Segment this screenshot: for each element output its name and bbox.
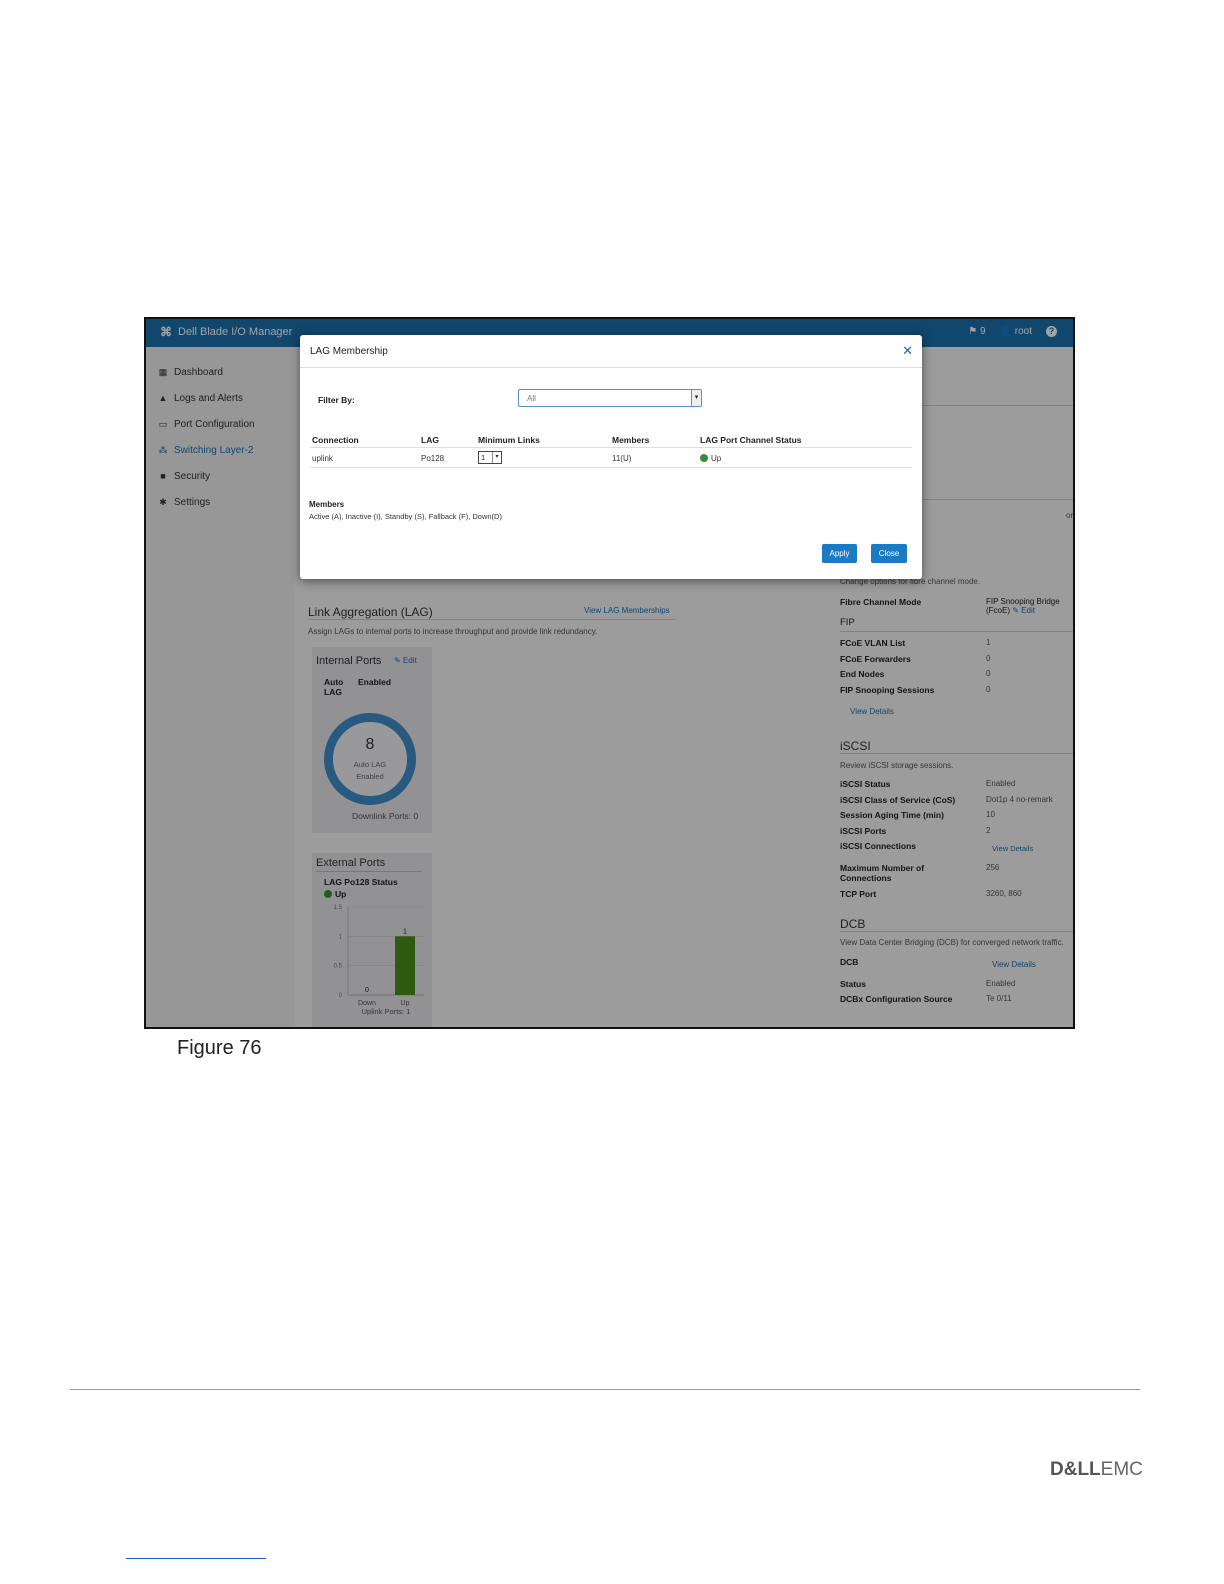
close-button[interactable]: Close xyxy=(871,544,907,563)
footer-divider xyxy=(70,1389,1140,1390)
column-header-members: Members xyxy=(612,435,650,445)
column-header-status: LAG Port Channel Status xyxy=(700,435,802,445)
cell-status: Up xyxy=(700,454,721,463)
minimum-links-select[interactable]: 1 ▾ xyxy=(478,451,502,464)
dialog-title: LAG Membership xyxy=(310,346,388,357)
apply-button[interactable]: Apply xyxy=(822,544,857,563)
status-up-icon xyxy=(700,454,708,462)
divider xyxy=(310,467,912,468)
status-value: Up xyxy=(711,454,722,463)
cell-lag: Po128 xyxy=(421,454,445,463)
minimum-links-value: 1 xyxy=(481,453,486,462)
filter-label: Filter By: xyxy=(318,395,355,405)
logo-emc: EMC xyxy=(1100,1459,1143,1480)
column-header-minimum-links: Minimum Links xyxy=(478,435,540,445)
cell-connection: uplink xyxy=(312,454,333,463)
logo-dell: D&LL xyxy=(1050,1459,1101,1480)
divider xyxy=(310,447,912,448)
divider xyxy=(300,367,922,368)
screenshot-frame: ⌘ Dell Blade I/O Manager ⚑ 9 👤 root ? ▦ D… xyxy=(144,317,1075,1029)
lag-membership-dialog: LAG Membership ✕ Filter By: All ▾ Connec… xyxy=(300,335,922,579)
members-legend: Active (A), Inactive (I), Standby (S), F… xyxy=(309,512,502,521)
filter-value: All xyxy=(527,394,536,403)
cell-members: 11(U) xyxy=(612,454,632,463)
figure-caption: Figure 76 xyxy=(177,1037,262,1059)
filter-select[interactable]: All ▾ xyxy=(518,389,702,407)
footer-link[interactable] xyxy=(126,1558,266,1559)
chevron-down-icon: ▾ xyxy=(492,452,501,463)
chevron-down-icon: ▾ xyxy=(691,390,701,406)
members-title: Members xyxy=(309,500,345,509)
close-icon[interactable]: ✕ xyxy=(902,343,913,359)
column-header-connection: Connection xyxy=(312,435,359,445)
dell-emc-logo: D&LLEMC xyxy=(1050,1459,1143,1481)
column-header-lag: LAG xyxy=(421,435,439,445)
